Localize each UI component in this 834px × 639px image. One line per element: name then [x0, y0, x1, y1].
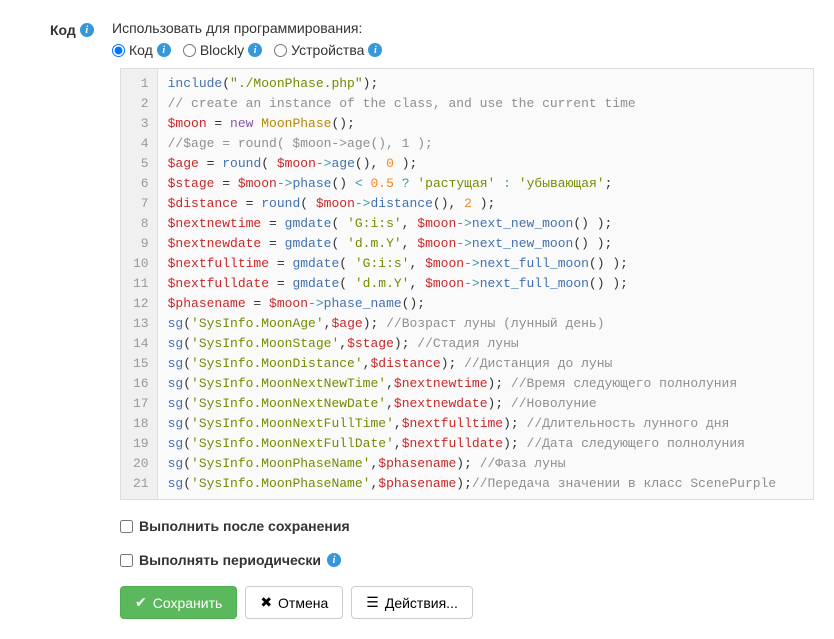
checkbox-run-periodically-label[interactable]: Выполнять периодически — [139, 552, 321, 568]
menu-icon: ☰ — [366, 594, 379, 611]
save-button-label: Сохранить — [153, 595, 223, 611]
code-line[interactable]: sg('SysInfo.MoonStage',$stage); //Стадия… — [168, 334, 803, 354]
code-line[interactable]: $nextfulldate = gmdate( 'd.m.Y', $moon->… — [168, 274, 803, 294]
code-line[interactable]: $nextfulltime = gmdate( 'G:i:s', $moon->… — [168, 254, 803, 274]
code-line[interactable]: sg('SysInfo.MoonAge',$age); //Возраст лу… — [168, 314, 803, 334]
code-line[interactable]: sg('SysInfo.MoonPhaseName',$phasename);/… — [168, 474, 803, 494]
line-gutter: 123456789101112131415161718192021 — [121, 69, 158, 499]
code-line[interactable]: $nextnewdate = gmdate( 'd.m.Y', $moon->n… — [168, 234, 803, 254]
code-line[interactable]: sg('SysInfo.MoonNextNewTime',$nextnewtim… — [168, 374, 803, 394]
code-area[interactable]: include("./MoonPhase.php");// create an … — [158, 69, 813, 499]
checkbox-run-after-save[interactable] — [120, 520, 133, 533]
field-content: Использовать для программирования: Код i… — [112, 20, 814, 58]
radio-blockly-label[interactable]: Blockly — [200, 42, 244, 58]
checkbox-run-periodically[interactable] — [120, 554, 133, 567]
radio-blockly[interactable] — [183, 44, 196, 57]
radio-code-label[interactable]: Код — [129, 42, 153, 58]
info-icon[interactable]: i — [248, 43, 262, 57]
code-line[interactable]: $stage = $moon->phase() < 0.5 ? 'растуща… — [168, 174, 803, 194]
cancel-button[interactable]: ✖ Отмена — [245, 586, 343, 619]
code-line[interactable]: sg('SysInfo.MoonPhaseName',$phasename); … — [168, 454, 803, 474]
info-icon[interactable]: i — [368, 43, 382, 57]
actions-button[interactable]: ☰ Действия... — [351, 586, 473, 619]
code-line[interactable]: sg('SysInfo.MoonNextFullTime',$nextfullt… — [168, 414, 803, 434]
radio-devices[interactable] — [274, 44, 287, 57]
actions-button-label: Действия... — [385, 595, 458, 611]
code-line[interactable]: // create an instance of the class, and … — [168, 94, 803, 114]
code-line[interactable]: $age = round( $moon->age(), 0 ); — [168, 154, 803, 174]
cancel-button-label: Отмена — [278, 595, 328, 611]
code-line[interactable]: $nextnewtime = gmdate( 'G:i:s', $moon->n… — [168, 214, 803, 234]
code-line[interactable]: $distance = round( $moon->distance(), 2 … — [168, 194, 803, 214]
code-line[interactable]: //$age = round( $moon->age(), 1 ); — [168, 134, 803, 154]
info-icon[interactable]: i — [80, 23, 94, 37]
save-button[interactable]: ✔ Сохранить — [120, 586, 237, 619]
code-line[interactable]: sg('SysInfo.MoonNextFullDate',$nextfulld… — [168, 434, 803, 454]
close-icon: ✖ — [260, 594, 272, 611]
checkbox-run-after-save-label[interactable]: Выполнить после сохранения — [139, 518, 350, 534]
code-line[interactable]: $phasename = $moon->phase_name(); — [168, 294, 803, 314]
code-editor[interactable]: 123456789101112131415161718192021 includ… — [120, 68, 814, 500]
radio-devices-label[interactable]: Устройства — [291, 42, 364, 58]
field-label-text: Код — [50, 22, 76, 38]
code-line[interactable]: include("./MoonPhase.php"); — [168, 74, 803, 94]
radio-group: Код i Blockly i Устройства i — [112, 42, 814, 58]
code-line[interactable]: sg('SysInfo.MoonNextNewDate',$nextnewdat… — [168, 394, 803, 414]
code-line[interactable]: sg('SysInfo.MoonDistance',$distance); //… — [168, 354, 803, 374]
code-line[interactable]: $moon = new MoonPhase(); — [168, 114, 803, 134]
field-description: Использовать для программирования: — [112, 20, 814, 36]
info-icon[interactable]: i — [327, 553, 341, 567]
check-icon: ✔ — [135, 594, 147, 611]
radio-code[interactable] — [112, 44, 125, 57]
info-icon[interactable]: i — [157, 43, 171, 57]
field-label-code: Код i — [50, 20, 100, 38]
